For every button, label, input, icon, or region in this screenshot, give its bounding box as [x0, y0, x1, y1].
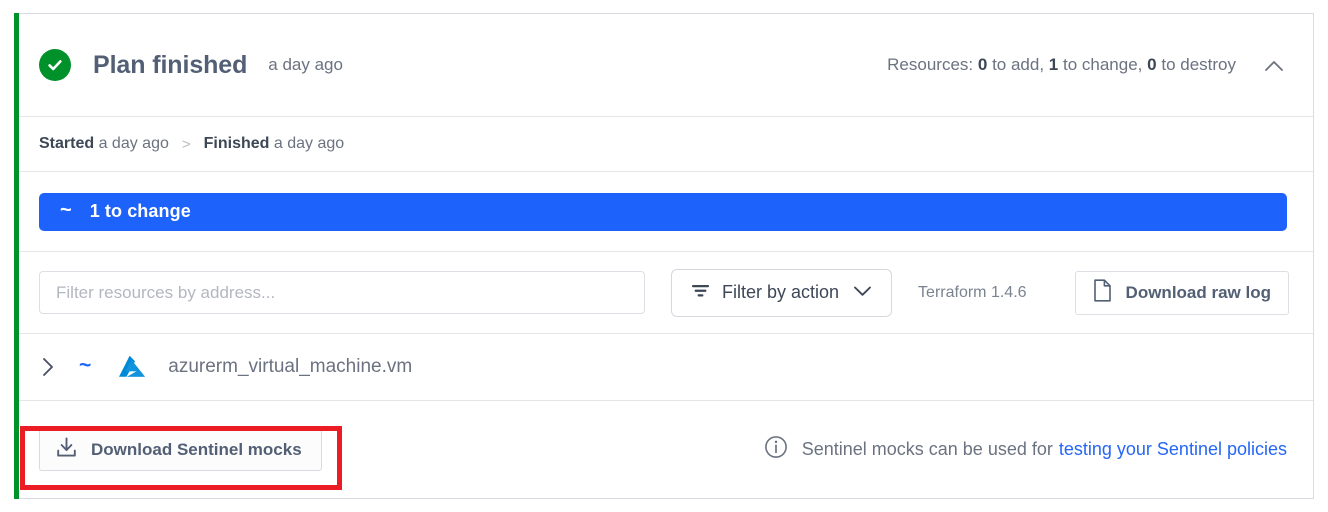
resources-destroy-label: to destroy — [1161, 55, 1236, 74]
plan-result-card: Plan finished a day ago Resources: 0 to … — [14, 13, 1314, 499]
download-raw-log-label: Download raw log — [1126, 283, 1271, 303]
breadcrumb-started-label: Started — [39, 135, 94, 153]
check-circle-icon — [39, 49, 71, 81]
azure-icon — [117, 354, 147, 380]
chevron-down-icon — [853, 284, 872, 302]
resource-address: azurerm_virtual_machine.vm — [168, 356, 412, 378]
download-sentinel-mocks-button[interactable]: Download Sentinel mocks — [39, 428, 322, 471]
download-raw-log-button[interactable]: Download raw log — [1075, 271, 1289, 315]
resources-add-count: 0 — [978, 55, 987, 74]
sentinel-note-text: Sentinel mocks can be used for — [802, 439, 1053, 460]
sentinel-policies-link[interactable]: testing your Sentinel policies — [1059, 439, 1287, 460]
table-row[interactable]: ~ azurerm_virtual_machine.vm — [14, 334, 1313, 401]
download-sentinel-mocks-label: Download Sentinel mocks — [91, 440, 302, 460]
change-banner[interactable]: ~ 1 to change — [39, 193, 1287, 231]
breadcrumb-separator: > — [182, 136, 191, 153]
filter-by-action-label: Filter by action — [722, 282, 839, 303]
chevron-right-icon[interactable] — [39, 357, 57, 377]
plan-timestamp: a day ago — [268, 55, 343, 75]
sentinel-info-note: Sentinel mocks can be used for testing y… — [764, 435, 1287, 464]
resources-add-label: to add, — [992, 55, 1044, 74]
card-footer: Download Sentinel mocks Sentinel mocks c… — [14, 401, 1313, 498]
breadcrumb-finished-time: a day ago — [274, 135, 344, 153]
filter-resources-input[interactable] — [39, 271, 645, 314]
terraform-version: Terraform 1.4.6 — [918, 284, 1026, 302]
card-header: Plan finished a day ago Resources: 0 to … — [14, 14, 1313, 117]
resources-change-count: 1 — [1049, 55, 1058, 74]
resources-toolbar: Filter by action Terraform 1.4.6 Downloa… — [14, 252, 1313, 334]
file-icon — [1093, 279, 1112, 307]
breadcrumb: Started a day ago > Finished a day ago — [14, 117, 1313, 172]
breadcrumb-started-time: a day ago — [99, 135, 169, 153]
info-circle-icon — [764, 435, 788, 464]
resources-change-label: to change, — [1063, 55, 1142, 74]
tilde-icon: ~ — [79, 355, 91, 376]
resources-destroy-count: 0 — [1147, 55, 1156, 74]
page-title: Plan finished — [93, 51, 247, 80]
resources-summary: Resources: 0 to add, 1 to change, 0 to d… — [887, 55, 1236, 75]
change-banner-row: ~ 1 to change — [14, 172, 1313, 252]
tilde-icon: ~ — [60, 200, 72, 220]
chevron-up-icon[interactable] — [1261, 52, 1287, 78]
breadcrumb-finished-label: Finished — [204, 135, 270, 153]
resources-summary-prefix: Resources: — [887, 55, 973, 74]
filter-icon — [691, 283, 710, 303]
status-accent-bar — [14, 13, 19, 499]
download-icon — [56, 437, 77, 463]
filter-by-action-button[interactable]: Filter by action — [671, 269, 892, 317]
change-banner-label: 1 to change — [90, 201, 191, 222]
